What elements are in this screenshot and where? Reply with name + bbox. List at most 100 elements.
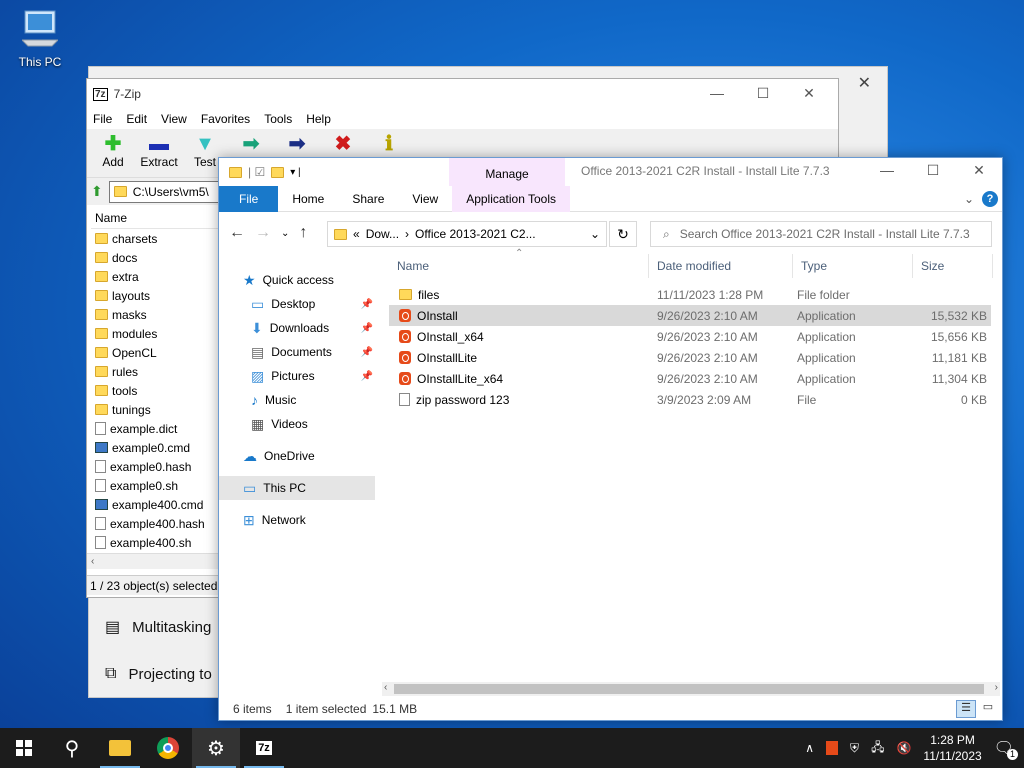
security-icon[interactable]: ⛨ [850,741,859,756]
list-item[interactable]: example0.hash [91,457,221,476]
table-row[interactable]: files 11/11/2023 1:28 PM File folder [389,284,991,305]
column-header-size[interactable]: Size [913,254,993,278]
menu-edit[interactable]: Edit [126,112,147,126]
list-item[interactable]: tools [91,381,221,400]
quick-access-toolbar[interactable]: | ☑ [248,165,265,179]
back-arrow-icon[interactable]: ← [229,224,245,242]
large-icons-view-icon[interactable]: ▭ [978,700,998,718]
list-item[interactable]: extra [91,267,221,286]
tab-view[interactable]: View [398,186,452,212]
clock[interactable]: 1:28 PM 11/11/2023 [923,732,981,764]
maximize-icon[interactable]: ☐ [910,162,956,179]
list-item[interactable]: rules [91,362,221,381]
table-row[interactable]: zip password 123 3/9/2023 2:09 AM File 0 KB [389,389,991,410]
list-item[interactable]: tunings [91,400,221,419]
notifications-icon[interactable]: 🗨 1 [994,738,1018,760]
this-pc-desktop-icon[interactable]: This PC [10,8,70,69]
tab-share[interactable]: Share [338,186,398,212]
forward-arrow-icon[interactable]: → [255,224,271,242]
minimize-icon[interactable]: — [694,85,740,102]
maximize-icon[interactable]: ☐ [740,85,786,102]
search-input[interactable]: ⌕ Search Office 2013-2021 C2R Install - … [650,221,992,247]
horizontal-scrollbar[interactable]: ‹ [87,553,219,569]
nav-item-videos[interactable]: ▦ Videos [219,412,379,436]
menu-file[interactable]: File [93,112,112,126]
customize-dropdown-icon[interactable]: ▾ | [290,167,300,178]
nav-item-documents[interactable]: ▤ Documents 📌 [219,340,379,364]
nav-item-music[interactable]: ♪ Music [219,388,379,412]
minimize-icon[interactable]: — [864,162,910,179]
column-header-date[interactable]: Date modified [649,254,793,278]
projecting-item[interactable]: ⧉ Projecting to [105,665,212,683]
list-item[interactable]: example400.cmd [91,495,221,514]
nav-item-pictures[interactable]: ▨ Pictures 📌 [219,364,379,388]
up-arrow-icon[interactable]: ⬆ [91,183,103,200]
nav-item-quick-access[interactable]: ★ Quick access [219,268,379,292]
list-item[interactable]: example400.hash [91,514,221,533]
volume-muted-icon[interactable]: 🔇 [896,741,911,755]
nav-item-network[interactable]: ⊞ Network [219,508,379,532]
start-button[interactable] [0,728,48,768]
list-item[interactable]: OpenCL [91,343,221,362]
table-row[interactable]: OInstallLite 9/26/2023 2:10 AM Application… [389,347,991,368]
list-item[interactable]: example.dict [91,419,221,438]
nav-item-desktop[interactable]: ▭ Desktop 📌 [219,292,379,316]
sevenzip-taskbar-button[interactable]: 7z [240,728,288,768]
expand-ribbon-icon[interactable]: ⌄ [964,192,974,206]
add-button[interactable]: ✚ Add [95,133,131,169]
nav-item-onedrive[interactable]: ☁ OneDrive [219,444,379,468]
nav-item-downloads[interactable]: ⬇ Downloads 📌 [219,316,379,340]
list-item[interactable]: example0.cmd [91,438,221,457]
address-bar[interactable]: « Dow... › Office 2013-2021 C2... ⌄ [327,221,607,247]
horizontal-scrollbar[interactable]: ‹ › [382,682,1000,696]
menu-help[interactable]: Help [306,112,331,126]
info-button[interactable]: ℹ [371,133,407,155]
scrollbar-thumb[interactable] [394,684,984,694]
refresh-button[interactable]: ↻ [609,221,637,247]
list-item[interactable]: modules [91,324,221,343]
move-button[interactable]: ➡ [279,133,315,155]
multitasking-item[interactable]: ▤ Multitasking [105,617,211,637]
file-explorer-taskbar-button[interactable] [96,728,144,768]
tab-file[interactable]: File [219,185,279,212]
extract-button[interactable]: ▬ Extract [140,133,177,169]
list-item[interactable]: docs [91,248,221,267]
menu-tools[interactable]: Tools [264,112,292,126]
breadcrumb-downloads[interactable]: Dow... [366,227,399,241]
show-hidden-icons-icon[interactable]: ∧ [805,741,814,755]
help-icon[interactable]: ? [982,190,998,207]
close-icon[interactable]: ✕ [858,73,871,93]
settings-taskbar-button[interactable]: ⚙ [192,728,240,768]
menu-view[interactable]: View [161,112,187,126]
breadcrumb-current[interactable]: Office 2013-2021 C2... [415,227,536,241]
table-row[interactable]: OInstallLite_x64 9/26/2023 2:10 AM Applica… [389,368,991,389]
list-item[interactable]: layouts [91,286,221,305]
table-row[interactable]: OInstall 9/26/2023 2:10 AM Application 15,5… [389,305,991,326]
list-item[interactable]: masks [91,305,221,324]
column-header-name[interactable]: Name [91,207,221,229]
recent-locations-icon[interactable]: ⌄ [281,228,289,239]
close-icon[interactable]: ✕ [956,162,1002,179]
tab-application-tools[interactable]: Application Tools [452,185,571,212]
menu-favorites[interactable]: Favorites [201,112,250,126]
delete-button[interactable]: ✖ [325,133,361,155]
manage-tab-header[interactable]: Manage [449,158,565,186]
column-header-type[interactable]: Type [793,254,913,278]
new-folder-icon[interactable] [271,166,285,178]
list-item[interactable]: example400.sh [91,533,221,552]
list-item[interactable]: example0.sh [91,476,221,495]
network-icon[interactable]: 🖧 [871,738,884,759]
copy-button[interactable]: ➡ [233,133,269,155]
column-header-name[interactable]: Name [389,254,649,278]
list-item[interactable]: charsets [91,229,221,248]
nav-item-this-pc[interactable]: ▭ This PC [219,476,375,500]
table-row[interactable]: OInstall_x64 9/26/2023 2:10 AM Application… [389,326,991,347]
details-view-icon[interactable]: ☰ [956,700,976,718]
search-button[interactable]: ⚲ [48,728,96,768]
close-icon[interactable]: ✕ [786,85,832,102]
address-dropdown-icon[interactable]: ⌄ [590,227,600,241]
up-arrow-icon[interactable]: ↑ [299,224,307,242]
tab-home[interactable]: Home [278,186,338,212]
office-icon[interactable] [826,741,839,755]
chrome-taskbar-button[interactable] [144,728,192,768]
